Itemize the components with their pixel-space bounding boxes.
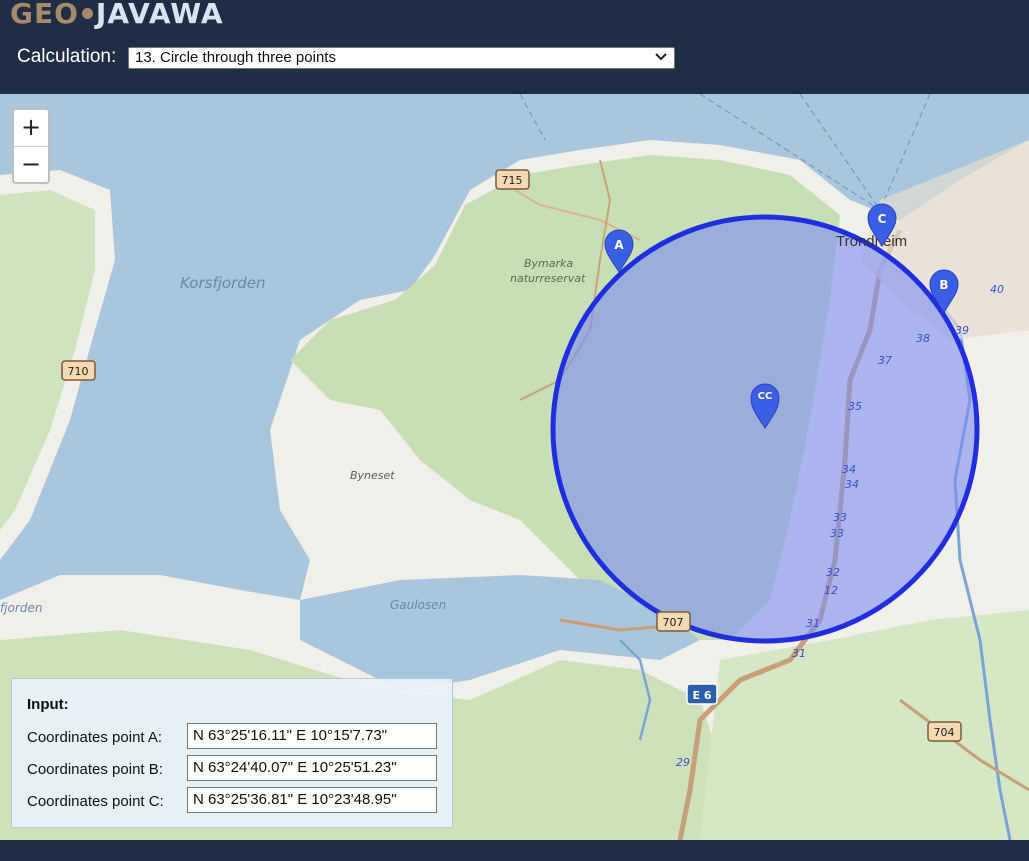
road-number: 33 [830,527,844,540]
app-header: GEO JAVAWA Calculation: 13. Circle throug… [0,0,1029,94]
road-number: 37 [878,354,892,367]
label-naturreservat: naturreservat [510,272,586,285]
road-shield-e6: E 6 [686,683,718,705]
logo-part-geo: GEO [10,0,79,30]
point-b-label: Coordinates point B: [27,761,163,778]
zoom-control: + − [12,108,50,184]
road-shield-707: 707 [656,611,691,632]
label-korsfjorden: Korsfjorden [180,274,266,292]
road-number: 39 [955,324,969,337]
chevron-down-icon [655,49,667,67]
svg-text:715: 715 [502,174,523,187]
point-c-label: Coordinates point C: [27,793,164,810]
label-trondheim: Trondheim [836,233,907,250]
zoom-in-button[interactable]: + [14,110,48,147]
road-number: 40 [990,283,1004,296]
road-number: 12 [824,584,838,597]
logo-dot [81,7,93,19]
logo-part-javawa: JAVAWA [95,0,224,30]
road-number: 29 [676,756,690,769]
label-gaulosen: Gaulosen [390,598,446,612]
point-a-label: Coordinates point A: [27,729,163,746]
label-bymarka: Bymarka [524,257,573,270]
road-number: 34 [842,463,856,476]
svg-text:B: B [939,278,948,292]
input-panel: Input: Coordinates point A: N 63°25'16.1… [11,678,453,828]
svg-text:CC: CC [758,391,773,402]
road-number: 33 [833,511,847,524]
svg-text:C: C [878,212,887,226]
app-footer [0,840,1029,861]
svg-text:710: 710 [68,365,89,378]
zoom-out-button[interactable]: − [14,147,48,182]
result-circle [550,214,980,644]
road-number: 34 [845,478,859,491]
svg-text:704: 704 [934,726,955,739]
road-number: 35 [848,400,862,413]
label-fjorden: fjorden [0,601,42,615]
label-byneset: Byneset [350,469,395,482]
svg-text:E 6: E 6 [693,689,712,702]
svg-text:A: A [614,238,624,252]
road-number: 38 [916,332,930,345]
road-shield-710: 710 [61,360,96,381]
point-a-coordinates-input[interactable]: N 63°25'16.11" E 10°15'7.73" [187,723,437,749]
road-number: 31 [792,647,806,660]
app-logo[interactable]: GEO JAVAWA [10,0,224,31]
road-number: 32 [826,566,840,579]
road-shield-715: 715 [495,169,530,190]
input-title: Input: [27,696,69,713]
calculation-selected-value: 13. Circle through three points [135,49,336,66]
svg-text:707: 707 [663,616,684,629]
point-c-coordinates-input[interactable]: N 63°25'36.81" E 10°23'48.95" [187,787,437,813]
road-number: 31 [806,617,820,630]
calculation-label: Calculation: [17,46,117,67]
point-b-coordinates-input[interactable]: N 63°24'40.07" E 10°25'51.23" [187,755,437,781]
road-shield-704: 704 [927,721,962,742]
calculation-select[interactable]: 13. Circle through three points [128,47,675,69]
